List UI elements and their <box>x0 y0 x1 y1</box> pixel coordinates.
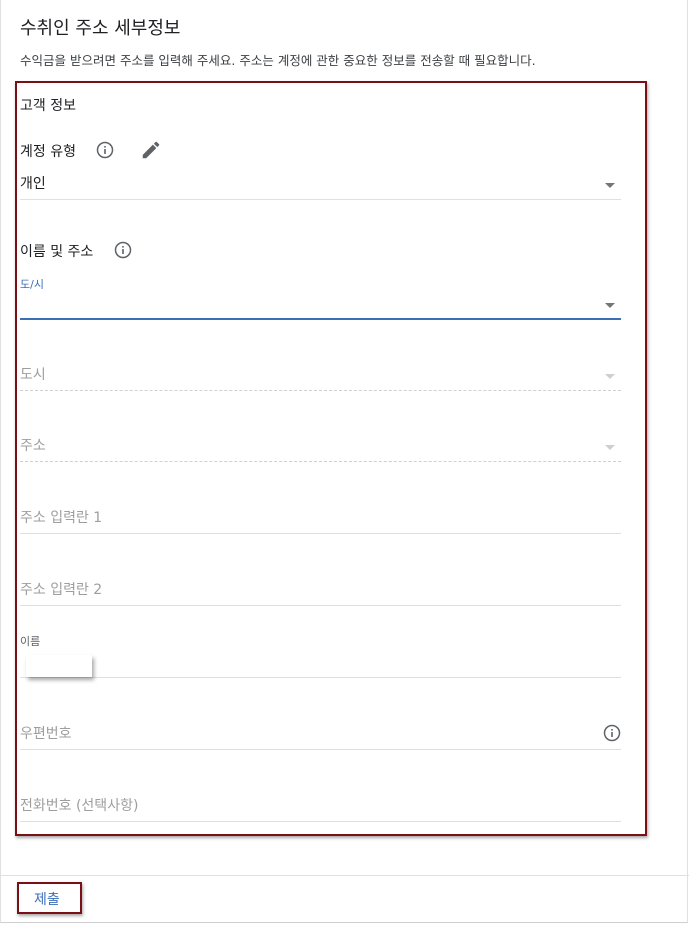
dropdown-arrow-icon <box>605 374 615 379</box>
redaction-box <box>26 655 92 677</box>
account-type-select[interactable]: 개인 <box>20 170 621 200</box>
address-select[interactable]: 주소 <box>20 432 621 462</box>
submit-button[interactable]: 제출 <box>34 889 60 909</box>
dropdown-arrow-icon <box>605 445 615 450</box>
dropdown-arrow-icon <box>605 183 615 188</box>
postal-code-placeholder: 우편번호 <box>20 726 72 742</box>
address-line2-input[interactable]: 주소 입력란 2 <box>20 576 621 606</box>
field-underline <box>20 605 621 606</box>
dropdown-arrow-icon <box>605 303 615 308</box>
province-select[interactable] <box>20 290 621 320</box>
field-underline <box>20 821 621 822</box>
field-underline-focused <box>20 318 621 320</box>
name-floating-label: 이름 <box>20 635 41 648</box>
phone-placeholder: 전화번호 (선택사항) <box>20 798 139 814</box>
footer-divider <box>1 875 689 876</box>
page-title: 수취인 주소 세부정보 <box>20 18 181 39</box>
pencil-icon[interactable] <box>140 139 162 161</box>
account-type-label: 계정 유형 <box>20 144 76 160</box>
account-type-value: 개인 <box>20 176 46 192</box>
address-line1-input[interactable]: 주소 입력란 1 <box>20 504 621 534</box>
city-select[interactable]: 도시 <box>20 361 621 391</box>
field-underline <box>20 749 621 750</box>
postal-code-input[interactable]: 우편번호 <box>20 720 621 750</box>
name-address-label: 이름 및 주소 <box>20 244 94 260</box>
name-input[interactable] <box>20 648 621 678</box>
address-line2-placeholder: 주소 입력란 2 <box>20 582 103 598</box>
field-underline <box>20 461 621 462</box>
section-title-customer-info: 고객 정보 <box>20 98 76 114</box>
page-subtitle: 수익금을 받으려면 주소를 입력해 주세요. 주소는 계정에 관한 중요한 정보… <box>20 53 536 68</box>
info-icon[interactable] <box>114 241 132 259</box>
field-underline <box>20 199 621 200</box>
phone-input[interactable]: 전화번호 (선택사항) <box>20 792 621 822</box>
info-icon[interactable] <box>96 141 114 159</box>
address-placeholder: 주소 <box>20 438 46 454</box>
city-placeholder: 도시 <box>20 367 46 383</box>
field-underline <box>20 677 621 678</box>
address-line1-placeholder: 주소 입력란 1 <box>20 510 103 526</box>
field-underline <box>20 390 621 391</box>
info-icon[interactable] <box>603 724 621 742</box>
field-underline <box>20 533 621 534</box>
